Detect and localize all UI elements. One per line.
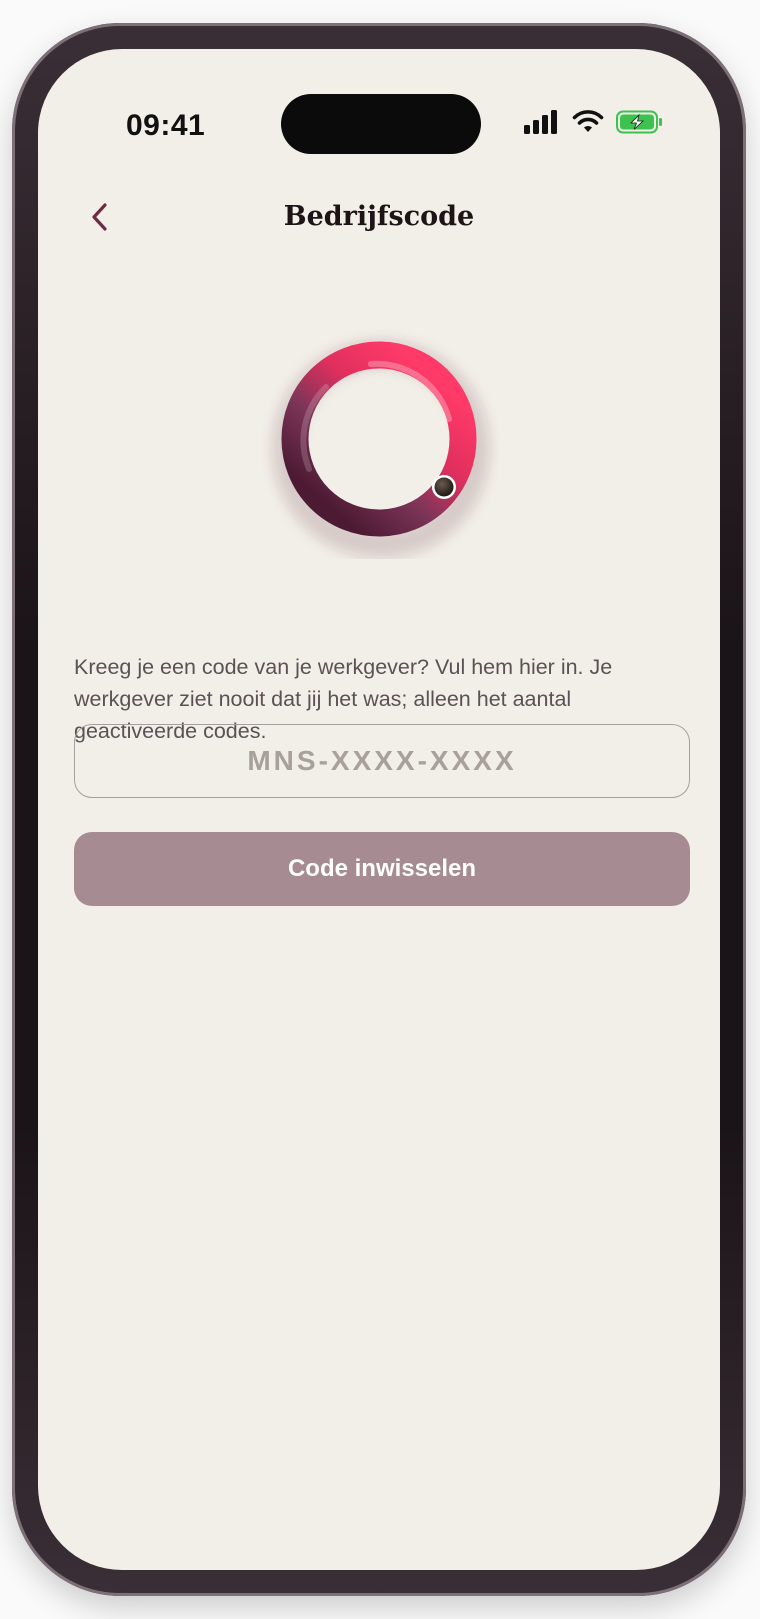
navigation-bar: Bedrijfscode xyxy=(38,189,720,249)
page-title: Bedrijfscode xyxy=(283,201,475,232)
phone-frame: 09:41 Bedrijfscode Kreeg je een code van… xyxy=(12,23,746,1596)
dynamic-island xyxy=(281,94,481,154)
redeem-code-button[interactable]: Code inwisselen xyxy=(74,832,690,906)
ring-illustration xyxy=(259,319,499,559)
wifi-icon xyxy=(572,109,604,139)
status-icons xyxy=(524,109,664,139)
battery-charging-icon xyxy=(616,110,664,139)
cellular-signal-icon xyxy=(524,109,560,139)
ring-icon xyxy=(272,340,490,558)
app-screen: 09:41 Bedrijfscode Kreeg je een code van… xyxy=(38,49,720,1570)
company-code-input[interactable] xyxy=(74,724,690,798)
status-time: 09:41 xyxy=(126,109,206,142)
status-bar: 09:41 xyxy=(38,49,720,154)
